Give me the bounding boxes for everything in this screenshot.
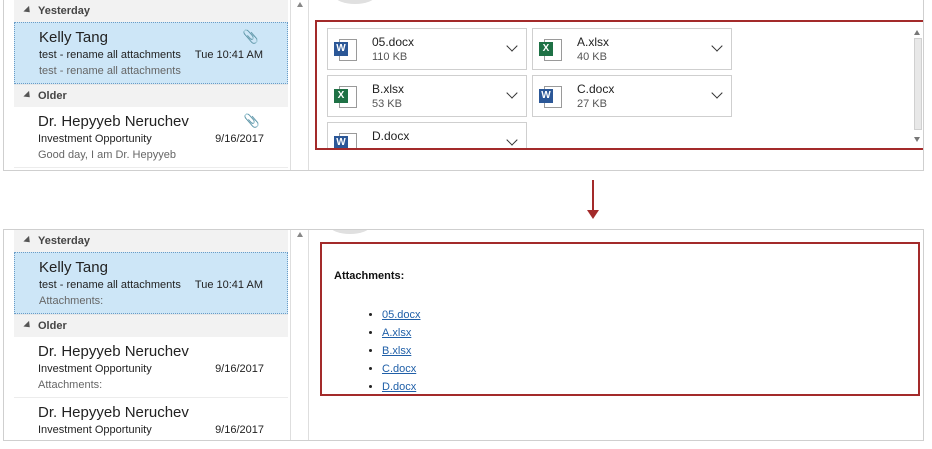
- word-file-icon: W: [539, 86, 562, 108]
- group-label: Yesterday: [38, 235, 90, 247]
- attachment-size: 110 KB: [372, 51, 408, 63]
- attachments-scrollbar[interactable]: [914, 30, 922, 142]
- message-time: Tue 10:41 AM: [194, 279, 263, 291]
- message-subject: Investment Opportunity: [38, 424, 152, 436]
- attachment-link-a-xlsx[interactable]: A.xlsx: [382, 327, 411, 339]
- message-subject: test - rename all attachments: [39, 279, 181, 291]
- chevron-down-icon[interactable]: [506, 134, 518, 146]
- message-body: Attachments: 05.docx A.xlsx B.xlsx C.doc…: [320, 242, 920, 396]
- collapse-triangle-icon[interactable]: [23, 5, 33, 16]
- group-label: Older: [38, 320, 67, 332]
- pane-divider[interactable]: [308, 0, 309, 170]
- list-item: 05.docx: [382, 306, 421, 324]
- message-item-hepyyeb-2[interactable]: Dr. Hepyyeb Neruchev Investment Opportun…: [14, 398, 288, 440]
- message-preview: Attachments:: [38, 379, 103, 391]
- attachment-c-docx[interactable]: W C.docx 27 KB: [532, 75, 732, 117]
- reading-pane: Attachments: 05.docx A.xlsx B.xlsx C.doc…: [310, 230, 923, 440]
- chevron-down-icon[interactable]: [506, 87, 518, 99]
- list-item: D.docx: [382, 378, 421, 396]
- attachment-name: A.xlsx: [577, 35, 610, 49]
- attachment-name: D.docx: [372, 129, 410, 143]
- header-curve: [330, 230, 370, 234]
- message-preview: Attachments:: [39, 295, 104, 307]
- attachment-link-c-docx[interactable]: C.docx: [382, 363, 416, 375]
- message-sender: Dr. Hepyyeb Neruchev: [38, 113, 189, 130]
- message-item-kelly-tang[interactable]: Kelly Tang 📎 test - rename all attachmen…: [14, 22, 288, 84]
- top-screenshot: Yesterday Kelly Tang 📎 test - rename all…: [3, 0, 924, 171]
- chevron-down-icon[interactable]: [711, 40, 723, 52]
- pane-divider[interactable]: [290, 0, 291, 170]
- attachment-a-xlsx[interactable]: X A.xlsx 40 KB: [532, 28, 732, 70]
- group-label: Older: [38, 90, 67, 102]
- message-sender: Kelly Tang: [39, 29, 108, 46]
- header-curve: [335, 0, 375, 4]
- message-sender: Dr. Hepyyeb Neruchev: [38, 343, 189, 360]
- attachments-bar: W 05.docx 110 KB X A.xlsx 40 KB X B.xlsx…: [315, 20, 923, 150]
- bottom-screenshot: Yesterday Kelly Tang test - rename all a…: [3, 229, 924, 441]
- attachment-size: 53 KB: [372, 98, 402, 110]
- reading-pane: W 05.docx 110 KB X A.xlsx 40 KB X B.xlsx…: [315, 0, 923, 170]
- collapse-triangle-icon[interactable]: [23, 235, 33, 246]
- scroll-down-icon[interactable]: [914, 137, 920, 142]
- message-list: Yesterday Kelly Tang test - rename all a…: [14, 230, 288, 440]
- word-file-icon: W: [334, 133, 357, 148]
- message-item-kelly-tang[interactable]: Kelly Tang test - rename all attachments…: [14, 252, 288, 314]
- list-item: B.xlsx: [382, 342, 421, 360]
- chevron-down-icon[interactable]: [506, 40, 518, 52]
- chevron-down-icon[interactable]: [711, 87, 723, 99]
- attachment-size: 27 KB: [577, 98, 607, 110]
- attachment-05-docx[interactable]: W 05.docx 110 KB: [327, 28, 527, 70]
- scroll-up-icon[interactable]: [297, 232, 303, 237]
- message-sender: Dr. Hepyyeb Neruchev: [38, 404, 189, 421]
- list-item: A.xlsx: [382, 324, 421, 342]
- message-list: Yesterday Kelly Tang 📎 test - rename all…: [14, 0, 288, 170]
- group-label: Yesterday: [38, 5, 90, 17]
- message-preview: test - rename all attachments: [39, 65, 181, 77]
- message-subject: test - rename all attachments: [39, 49, 181, 61]
- message-time: 9/16/2017: [215, 133, 264, 145]
- message-subject: Investment Opportunity: [38, 363, 152, 375]
- message-subject: Investment Opportunity: [38, 133, 152, 145]
- scroll-up-icon[interactable]: [914, 30, 920, 35]
- attachment-d-docx[interactable]: W D.docx: [327, 122, 527, 148]
- attachment-size: 40 KB: [577, 51, 607, 63]
- down-arrow-head-icon: [587, 210, 599, 219]
- group-header-older[interactable]: Older: [14, 314, 288, 337]
- group-header-yesterday[interactable]: Yesterday: [14, 230, 288, 252]
- message-time: 9/16/2017: [215, 424, 264, 436]
- attachment-name: 05.docx: [372, 35, 415, 49]
- excel-file-icon: X: [334, 86, 357, 108]
- message-item-hepyyeb[interactable]: Dr. Hepyyeb Neruchev 📎 Investment Opport…: [14, 107, 288, 168]
- pane-divider[interactable]: [308, 230, 309, 440]
- message-time: 9/16/2017: [215, 363, 264, 375]
- message-sender: Kelly Tang: [39, 259, 108, 276]
- down-arrow-icon: [592, 180, 594, 214]
- message-time: Tue 10:41 AM: [194, 49, 263, 61]
- paperclip-icon: 📎: [242, 29, 259, 44]
- excel-file-icon: X: [539, 39, 562, 61]
- attachment-links-list: 05.docx A.xlsx B.xlsx C.docx D.docx: [352, 306, 421, 396]
- message-item-hepyyeb[interactable]: Dr. Hepyyeb Neruchev Investment Opportun…: [14, 337, 288, 398]
- attachment-link-d-docx[interactable]: D.docx: [382, 381, 416, 393]
- attachment-b-xlsx[interactable]: X B.xlsx 53 KB: [327, 75, 527, 117]
- pane-divider[interactable]: [290, 230, 291, 440]
- collapse-triangle-icon[interactable]: [23, 90, 33, 101]
- paperclip-icon: 📎: [243, 113, 260, 128]
- list-item: C.docx: [382, 360, 421, 378]
- scroll-up-icon[interactable]: [297, 2, 303, 7]
- message-preview: Good day, I am Dr. Hepyyeb: [38, 149, 176, 161]
- word-file-icon: W: [334, 39, 357, 61]
- group-header-older[interactable]: Older: [14, 84, 288, 107]
- attachment-link-05-docx[interactable]: 05.docx: [382, 309, 421, 321]
- attachment-link-b-xlsx[interactable]: B.xlsx: [382, 345, 411, 357]
- group-header-yesterday[interactable]: Yesterday: [14, 0, 288, 22]
- attachments-heading: Attachments:: [334, 270, 405, 282]
- scroll-track[interactable]: [914, 38, 922, 130]
- collapse-triangle-icon[interactable]: [23, 320, 33, 331]
- attachment-name: C.docx: [577, 82, 615, 96]
- attachment-name: B.xlsx: [372, 82, 405, 96]
